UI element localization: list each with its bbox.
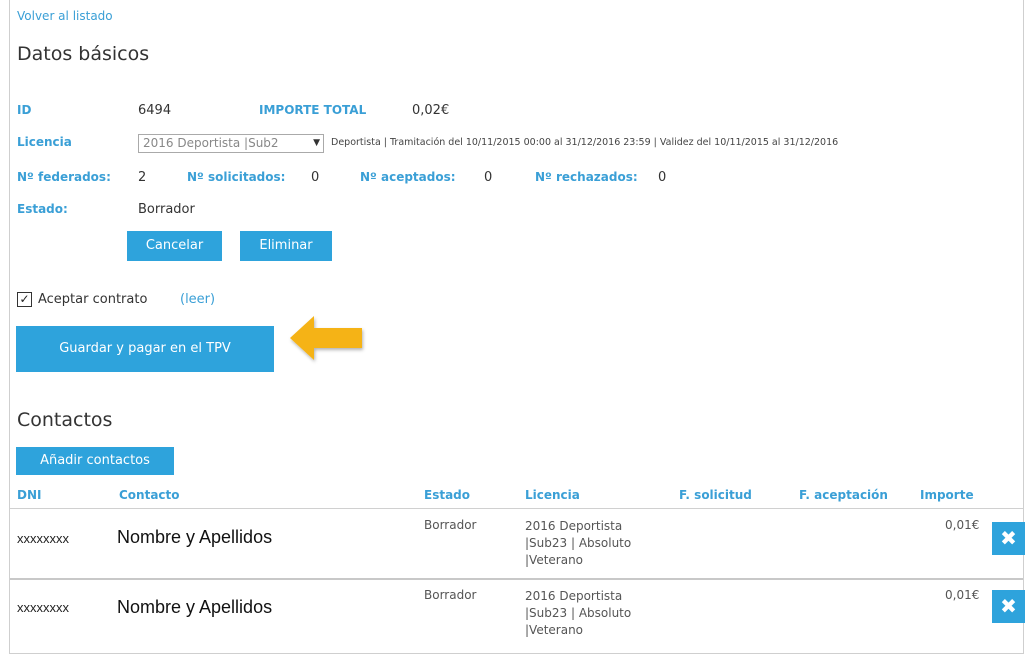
license-select-value: 2016 Deportista |Sub2 — [143, 136, 279, 150]
column-header-state: Estado — [424, 488, 471, 502]
column-header-license: Licencia — [525, 488, 580, 502]
column-header-amount: Importe — [920, 488, 974, 502]
id-value: 6494 — [138, 103, 172, 118]
header-divider — [10, 508, 1023, 509]
accept-contract-checkbox[interactable]: ✓ — [17, 292, 32, 307]
basic-data-title: Datos básicos — [17, 43, 150, 65]
license-line: |Veterano — [525, 623, 584, 637]
column-header-request-date: F. solicitud — [679, 488, 752, 502]
requested-count-label: Nº solicitados: — [187, 170, 286, 184]
accepted-count-value: 0 — [484, 170, 493, 185]
state-cell: Borrador — [424, 518, 477, 532]
column-header-dni: DNI — [17, 488, 42, 502]
highlight-arrow-icon — [288, 313, 368, 365]
license-line: 2016 Deportista — [525, 519, 623, 533]
federated-count-value: 2 — [138, 170, 147, 185]
license-info-text: Deportista | Tramitación del 10/11/2015 … — [331, 137, 839, 148]
state-value: Borrador — [138, 202, 195, 217]
amount-cell: 0,01€ — [945, 518, 980, 532]
accept-contract-label: Aceptar contrato — [38, 292, 148, 307]
column-header-accept-date: F. aceptación — [799, 488, 888, 502]
license-line: |Sub23 | Absoluto — [525, 606, 632, 620]
rejected-count-value: 0 — [658, 170, 667, 185]
license-label: Licencia — [17, 135, 72, 149]
column-header-contact: Contacto — [119, 488, 180, 502]
id-label: ID — [17, 103, 32, 117]
dni-cell: xxxxxxxx — [17, 531, 69, 546]
remove-row-button[interactable]: ✖ — [992, 590, 1025, 623]
save-and-pay-button[interactable]: Guardar y pagar en el TPV — [16, 326, 274, 372]
state-label: Estado: — [17, 202, 68, 216]
accepted-count-label: Nº aceptados: — [360, 170, 456, 184]
license-cell: 2016 Deportista |Sub23 | Absoluto |Veter… — [525, 518, 665, 569]
read-contract-link[interactable]: (leer) — [180, 292, 215, 307]
amount-cell: 0,01€ — [945, 588, 980, 602]
close-icon: ✖ — [1000, 526, 1017, 550]
dni-cell: xxxxxxxx — [17, 600, 69, 615]
license-line: |Sub23 | Absoluto — [525, 536, 632, 550]
row-divider — [10, 578, 1023, 580]
dropdown-arrow-icon: ▼ — [313, 138, 320, 148]
back-to-list-link[interactable]: Volver al listado — [17, 9, 113, 23]
total-amount-value: 0,02€ — [412, 103, 450, 118]
license-line: |Veterano — [525, 553, 584, 567]
license-line: 2016 Deportista — [525, 589, 623, 603]
state-cell: Borrador — [424, 588, 477, 602]
federated-count-label: Nº federados: — [17, 170, 111, 184]
contact-name-cell: Nombre y Apellidos — [117, 527, 273, 547]
license-cell: 2016 Deportista |Sub23 | Absoluto |Veter… — [525, 588, 665, 639]
close-icon: ✖ — [1000, 594, 1017, 618]
contacts-title: Contactos — [17, 409, 113, 431]
contact-name-cell: Nombre y Apellidos — [117, 597, 273, 617]
add-contacts-button[interactable]: Añadir contactos — [16, 447, 174, 475]
rejected-count-label: Nº rechazados: — [535, 170, 638, 184]
cancel-button[interactable]: Cancelar — [127, 231, 222, 261]
requested-count-value: 0 — [311, 170, 320, 185]
delete-button[interactable]: Eliminar — [240, 231, 332, 261]
license-select[interactable]: 2016 Deportista |Sub2 ▼ — [138, 134, 324, 153]
remove-row-button[interactable]: ✖ — [992, 522, 1025, 555]
total-amount-label: IMPORTE TOTAL — [259, 103, 367, 117]
